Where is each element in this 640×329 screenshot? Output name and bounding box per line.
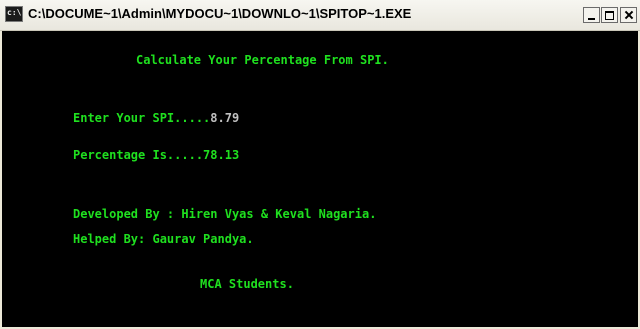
close-button[interactable] [620,7,637,23]
minimize-button[interactable] [583,7,600,23]
title-bar[interactable]: C:\DOCUME~1\Admin\MYDOCU~1\DOWNLO~1\SPIT… [0,0,640,31]
program-heading: Calculate Your Percentage From SPI. [136,53,389,67]
spi-prompt: Enter Your SPI..... [73,111,211,125]
percentage-label: Percentage Is..... [73,148,204,162]
footer-line: MCA Students. [200,277,294,291]
helped-by-line: Helped By: Gaurav Pandya. [73,232,254,246]
spi-line: Enter Your SPI.....8.79 [73,111,239,125]
console-output[interactable]: Calculate Your Percentage From SPI. Ente… [2,31,638,327]
console-app-icon[interactable] [5,6,23,22]
percentage-line: Percentage Is.....78.13 [73,148,239,162]
spi-value: 8.79 [210,111,240,125]
percentage-value: 78.13 [203,148,240,162]
console-window: C:\DOCUME~1\Admin\MYDOCU~1\DOWNLO~1\SPIT… [0,0,640,329]
maximize-button[interactable] [601,7,618,23]
window-title: C:\DOCUME~1\Admin\MYDOCU~1\DOWNLO~1\SPIT… [28,6,412,21]
developed-by-line: Developed By : Hiren Vyas & Keval Nagari… [73,207,377,221]
